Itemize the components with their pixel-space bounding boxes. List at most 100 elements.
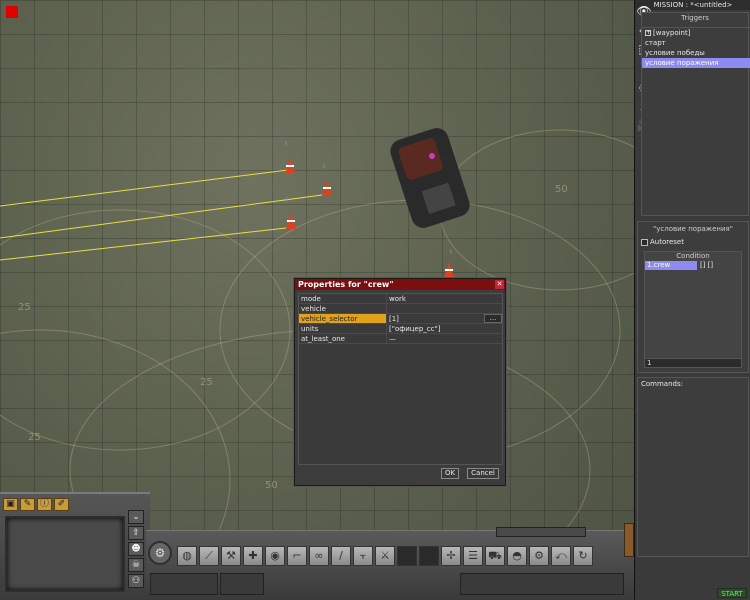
condition-args: [] [] bbox=[700, 261, 714, 269]
property-value[interactable]: ["офицер_сс"] bbox=[387, 324, 502, 333]
condition-name: 1.crew bbox=[645, 261, 697, 270]
autoreset-row[interactable]: Autoreset bbox=[641, 237, 748, 247]
video-icon[interactable]: ▣ bbox=[3, 498, 18, 511]
property-value-text: — bbox=[389, 335, 396, 343]
pencil-icon[interactable]: ✐ bbox=[54, 498, 69, 511]
inventory-slot-2[interactable] bbox=[220, 573, 264, 595]
property-value[interactable]: [1]... bbox=[387, 314, 502, 323]
vehicle-icon[interactable]: ⛟ bbox=[485, 546, 505, 566]
toolbar-side-tab[interactable] bbox=[624, 523, 634, 557]
triggers-title: Triggers bbox=[681, 14, 709, 22]
trigger-detail-title: "условие поражения" bbox=[653, 225, 733, 233]
trigger-label: условие поражения bbox=[645, 59, 719, 67]
chevron-down-icon[interactable]: ⌄ bbox=[128, 510, 144, 524]
trigger-item[interactable]: + [waypoint] bbox=[642, 28, 750, 38]
autoreset-checkbox[interactable] bbox=[641, 238, 648, 246]
gear-icon[interactable]: ⚙ bbox=[148, 541, 172, 565]
turn-icon[interactable]: ⤺ bbox=[551, 546, 571, 566]
condition-item[interactable]: 1.crew[] [] bbox=[645, 261, 741, 270]
soldier-icon[interactable]: ☻ bbox=[128, 542, 144, 556]
close-icon[interactable]: ✕ bbox=[495, 280, 504, 289]
rifle-icon[interactable]: ⌐ bbox=[287, 546, 307, 566]
dialog-titlebar[interactable]: Properties for "crew" ✕ bbox=[295, 279, 505, 290]
triggers-panel: Triggers + [waypoint] старт условие победы у… bbox=[641, 12, 750, 216]
property-value-text: work bbox=[389, 295, 406, 303]
property-value-text: ["офицер_сс"] bbox=[389, 325, 441, 333]
expand-icon[interactable]: + bbox=[645, 30, 651, 36]
property-key: vehicle_selector bbox=[299, 314, 387, 323]
property-key: units bbox=[299, 324, 387, 333]
condition-panel: Condition 1.crew[] [] 1 bbox=[644, 251, 742, 368]
tools-icon[interactable]: ⚙ bbox=[529, 546, 549, 566]
knife-icon[interactable]: ⟋ bbox=[199, 546, 219, 566]
pistol-icon[interactable]: ⫟ bbox=[353, 546, 373, 566]
wrench-tool-icon[interactable]: ⚒ bbox=[221, 546, 241, 566]
property-value[interactable]: — bbox=[387, 334, 502, 343]
empty-slot-icon-2[interactable] bbox=[419, 546, 439, 566]
trigger-item[interactable]: условие поражения bbox=[642, 58, 750, 68]
team-icon[interactable]: ⚇ bbox=[128, 574, 144, 588]
autoreset-label: Autoreset bbox=[650, 238, 684, 246]
binoculars-icon[interactable]: ∞ bbox=[309, 546, 329, 566]
property-row-at-least-one[interactable]: at_least_one — bbox=[299, 334, 502, 344]
bottom-toolbar: ⚙ ◍ ⟋ ⚒ ✚ ◉ ⌐ ∞ / ⫟ ⚔ ✢ ☰ ⛟ ◓ ⚙ ⤺ ↻ bbox=[146, 523, 634, 600]
minimap[interactable] bbox=[5, 516, 125, 592]
stack-icon[interactable]: ☰ bbox=[463, 546, 483, 566]
map-label: 50 bbox=[555, 184, 568, 195]
hud-frame: ▣ ✎ ⓘ ✐ ⌄ ⇧ ☻ ☠ ⚇ bbox=[0, 492, 150, 600]
property-row-vehicle-selector[interactable]: vehicle_selector [1]... bbox=[299, 314, 502, 324]
helmet-icon[interactable]: ◓ bbox=[507, 546, 527, 566]
info-icon[interactable]: ⓘ bbox=[37, 498, 52, 511]
trigger-item[interactable]: старт bbox=[642, 38, 750, 48]
trigger-list[interactable]: + [waypoint] старт условие победы условие по… bbox=[642, 27, 750, 213]
start-button[interactable]: START bbox=[717, 588, 747, 598]
wrench-icon[interactable]: ✎ bbox=[20, 498, 35, 511]
property-key: mode bbox=[299, 294, 387, 303]
eye-tool-icon[interactable]: ◉ bbox=[265, 546, 285, 566]
property-value[interactable] bbox=[387, 304, 502, 313]
condition-title: Condition bbox=[676, 252, 710, 260]
trigger-detail-panel: "условие поражения" Autoreset Condition … bbox=[637, 221, 749, 373]
properties-table: mode work vehicle vehicle_selector [1]... uni… bbox=[298, 293, 503, 465]
empty-slot-icon[interactable] bbox=[397, 546, 417, 566]
dialog-title: Properties for "crew" bbox=[298, 280, 394, 289]
hammer-icon[interactable]: ⚔ bbox=[375, 546, 395, 566]
commands-label: Commands: bbox=[641, 380, 683, 388]
toolbar-top-slot bbox=[496, 527, 586, 537]
property-key: vehicle bbox=[299, 304, 387, 313]
ok-button[interactable]: OK bbox=[441, 468, 459, 479]
cancel-button[interactable]: Cancel bbox=[467, 468, 499, 479]
record-indicator bbox=[6, 6, 18, 18]
trigger-item[interactable]: условие победы bbox=[642, 48, 750, 58]
plus-icon[interactable]: ✚ bbox=[243, 546, 263, 566]
property-row-mode[interactable]: mode work bbox=[299, 294, 502, 304]
trigger-label: старт bbox=[645, 39, 666, 47]
cycle-icon[interactable]: ↻ bbox=[573, 546, 593, 566]
property-key: at_least_one bbox=[299, 334, 387, 343]
map-label: 25 bbox=[200, 377, 213, 388]
inventory-slot-3[interactable] bbox=[460, 573, 624, 595]
property-row-vehicle[interactable]: vehicle bbox=[299, 304, 502, 314]
trigger-label: [waypoint] bbox=[653, 29, 691, 37]
grenade-icon[interactable]: ◍ bbox=[177, 546, 197, 566]
medkit-icon[interactable]: ✢ bbox=[441, 546, 461, 566]
map-label: 1 bbox=[322, 163, 326, 170]
properties-dialog: Properties for "crew" ✕ mode work vehicle v… bbox=[294, 278, 506, 486]
property-value-text: [1] bbox=[389, 315, 399, 323]
vehicle-model bbox=[390, 128, 470, 228]
browse-button[interactable]: ... bbox=[484, 314, 502, 323]
condition-input[interactable]: 1 bbox=[645, 358, 741, 367]
commands-panel[interactable]: Commands: bbox=[637, 377, 749, 557]
bayonet-icon[interactable]: / bbox=[331, 546, 351, 566]
skull-icon[interactable]: ☠ bbox=[128, 558, 144, 572]
map-label: 3 bbox=[284, 141, 288, 148]
inventory-slot-1[interactable] bbox=[150, 573, 218, 595]
property-row-units[interactable]: units ["офицер_сс"] bbox=[299, 324, 502, 334]
map-label: 25 bbox=[28, 432, 41, 443]
trigger-label: условие победы bbox=[645, 49, 705, 57]
up-arrow-icon[interactable]: ⇧ bbox=[128, 526, 144, 540]
editor-panel: MISSION : *<untitled> 👁◈⬚⚑◌⎍🎥⇡ Triggers … bbox=[634, 0, 750, 600]
map-label: 5 bbox=[449, 249, 453, 256]
property-value[interactable]: work bbox=[387, 294, 502, 303]
map-label: 50 bbox=[265, 480, 278, 491]
